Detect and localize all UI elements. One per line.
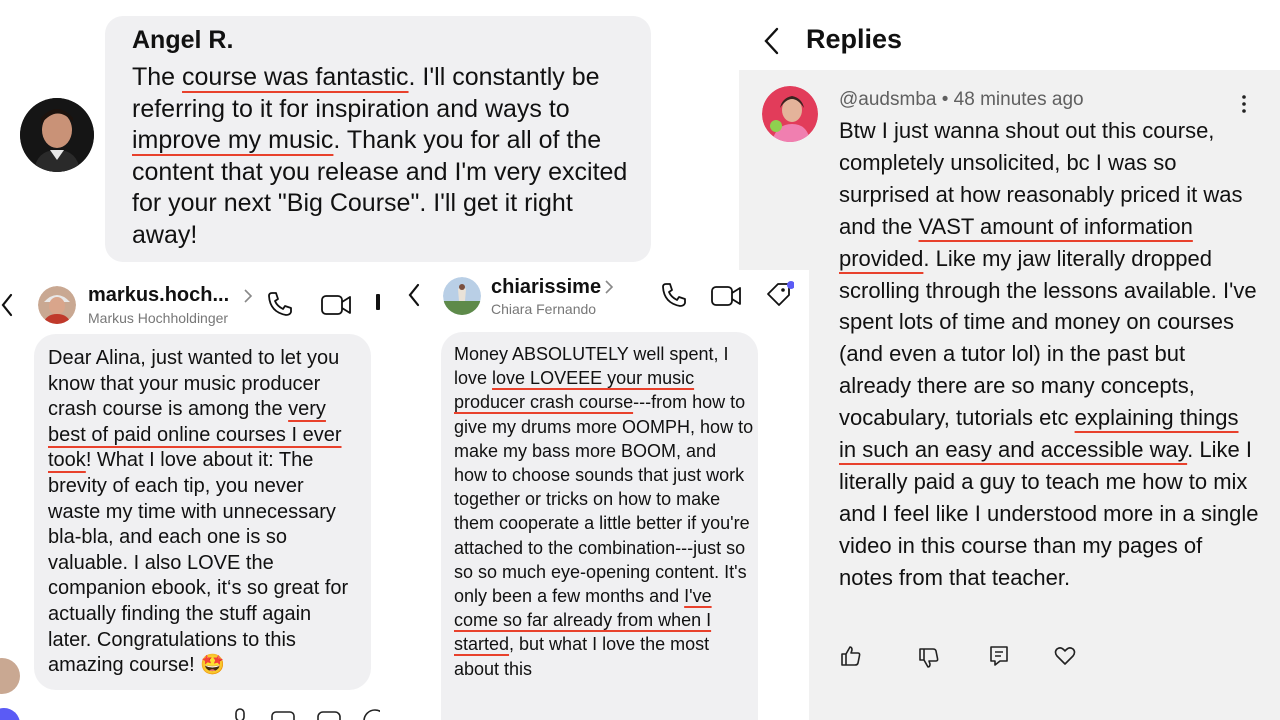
more-vertical-icon	[1242, 95, 1246, 113]
gallery-icon[interactable]	[270, 710, 296, 720]
chat1-fullname: Markus Hochholdinger	[88, 310, 229, 326]
chat2-fullname: Chiara Fernando	[491, 301, 597, 317]
reply-text: Btw I just wanna shout out this course, …	[839, 115, 1259, 594]
avatar-markus-small	[0, 658, 20, 694]
chat1-message-text: Dear Alina, just wanted to let you know …	[48, 346, 360, 679]
chevron-left-icon	[1, 293, 13, 317]
review-text: The course was fantastic. I'll constantl…	[132, 62, 632, 252]
chat-panel-markus: markus.hoch... Markus Hochholdinger Dear…	[0, 272, 380, 720]
tag-icon[interactable]	[764, 280, 794, 310]
replies-title: Replies	[806, 24, 903, 54]
mic-icon[interactable]	[230, 708, 250, 720]
review-author: Angel R.	[132, 26, 234, 54]
avatar-chiara[interactable]	[443, 277, 481, 315]
review-highlight-2: improve my music	[132, 126, 334, 155]
reply-actions	[839, 644, 1099, 670]
heart-icon[interactable]	[1053, 644, 1077, 668]
replies-back-button[interactable]	[760, 26, 784, 56]
thumbs-up-icon[interactable]	[839, 644, 863, 668]
chat1-text-2: ! What I love about it: The brevity of e…	[48, 449, 349, 677]
chat2-text-2: ---from how to give my drums more OOMPH,…	[454, 392, 754, 607]
meta-separator: •	[936, 89, 954, 110]
video-icon[interactable]	[320, 292, 352, 318]
reply-icon[interactable]	[987, 644, 1011, 668]
composer-camera-button[interactable]	[0, 708, 20, 720]
chevron-right-icon	[244, 289, 253, 303]
reply-meta: @audsmba • 48 minutes ago	[839, 89, 1084, 111]
reply-card: @audsmba • 48 minutes ago Btw I just wan…	[739, 70, 1280, 720]
add-icon[interactable]	[362, 708, 380, 720]
chevron-left-icon	[408, 283, 420, 307]
chevron-right-icon	[605, 280, 614, 294]
chat1-username[interactable]: markus.hoch...	[88, 284, 229, 307]
phone-icon[interactable]	[660, 281, 688, 309]
chat2-message-text: Money ABSOLUTELY well spent, I love love…	[454, 342, 754, 681]
thumbs-down-icon[interactable]	[917, 646, 941, 670]
reply-more-button[interactable]	[1237, 94, 1251, 114]
review-text-1: The	[132, 63, 183, 91]
chat1-message-bubble: Dear Alina, just wanted to let you know …	[34, 334, 371, 690]
chat2-back-button[interactable]	[406, 282, 422, 308]
phone-icon[interactable]	[266, 290, 294, 318]
video-icon[interactable]	[710, 283, 742, 309]
chat2-username[interactable]: chiarissime	[491, 276, 601, 299]
chevron-left-icon	[764, 27, 779, 55]
chat-panel-chiara: chiarissime Chiara Fernando Money ABSOLU…	[380, 270, 809, 720]
sticker-icon[interactable]	[316, 710, 342, 720]
reply-text-2: . Like my jaw literally dropped scrollin…	[839, 245, 1257, 431]
review-bubble: Angel R. The course was fantastic. I'll …	[105, 16, 651, 262]
chat1-back-button[interactable]	[0, 292, 14, 318]
review-highlight-1: course was fantastic	[182, 63, 409, 91]
chat2-message-bubble: Money ABSOLUTELY well spent, I love love…	[441, 332, 758, 720]
avatar-markus[interactable]	[38, 286, 76, 324]
avatar-angel	[20, 98, 94, 172]
reply-handle: @audsmba	[839, 89, 937, 110]
avatar-audsmba	[762, 86, 818, 142]
reply-time: 48 minutes ago	[953, 89, 1084, 110]
